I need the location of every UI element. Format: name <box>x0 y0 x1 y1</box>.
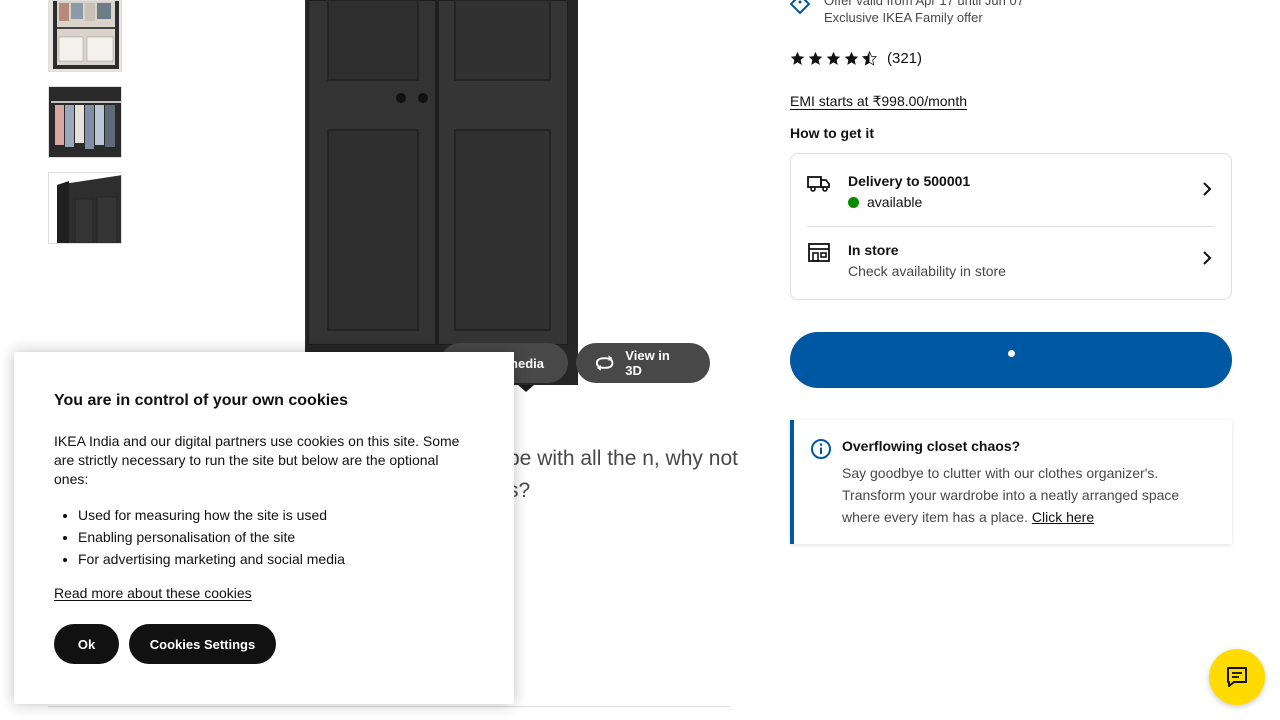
view-in-3d-button[interactable]: View in 3D <box>576 343 710 383</box>
promo-link[interactable]: Click here <box>1032 509 1094 525</box>
store-subtitle: Check availability in store <box>848 263 1006 279</box>
wardrobe-detail-thumbnail <box>49 173 121 243</box>
chat-icon <box>1227 667 1247 687</box>
hanging-clothes-thumbnail <box>49 87 121 157</box>
star-full-icon <box>790 51 805 65</box>
cookie-purpose-item: Used for measuring how the site is used <box>78 504 478 526</box>
family-offer: Offer valid from Apr 17 until Jun 07 Exc… <box>790 0 1024 26</box>
chevron-right-icon <box>1203 251 1212 265</box>
cookie-ok-button[interactable]: Ok <box>54 624 119 664</box>
how-to-get-card: Delivery to 500001 available In store Ch… <box>790 153 1232 300</box>
delivery-status: available <box>867 194 923 210</box>
loading-indicator <box>1007 349 1015 357</box>
availability-dot <box>848 196 859 208</box>
star-full-icon <box>826 51 841 65</box>
offer-validity: Offer valid from Apr 17 until Jun 07 <box>824 0 1024 8</box>
rotate-3d-icon <box>595 355 614 371</box>
promo-title: Overflowing closet chaos? <box>842 438 1021 454</box>
delivery-title: Delivery to 500001 <box>848 173 971 189</box>
rating-stars <box>790 51 877 66</box>
promo-info-box: Overflowing closet chaos? Say goodbye to… <box>790 420 1232 544</box>
cookie-purpose-item: Enabling personalisation of the site <box>78 526 478 548</box>
star-full-icon <box>844 51 859 65</box>
cookie-consent-dialog: You are in control of your own cookies I… <box>14 352 514 704</box>
thumbnail-hanging-clothes[interactable] <box>48 86 122 158</box>
delivery-option[interactable]: Delivery to 500001 available <box>807 171 1215 227</box>
product-rating[interactable]: (321) <box>790 50 922 67</box>
info-icon <box>811 439 831 459</box>
store-title: In store <box>848 242 899 258</box>
emi-link[interactable]: EMI starts at ₹998.00/month <box>790 93 967 110</box>
read-more-cookies-link[interactable]: Read more about these cookies <box>54 585 252 601</box>
wardrobe-image <box>305 0 578 392</box>
wardrobe-interior-thumbnail <box>49 1 121 71</box>
how-to-get-heading: How to get it <box>790 125 874 141</box>
cookie-settings-button[interactable]: Cookies Settings <box>129 624 276 664</box>
star-full-icon <box>808 51 823 65</box>
cookie-title: You are in control of your own cookies <box>54 392 348 409</box>
thumbnail-wardrobe-interior[interactable] <box>48 0 122 72</box>
star-half-icon <box>862 51 877 66</box>
view-in-3d-label: View in 3D <box>625 348 670 378</box>
cookie-purpose-item: For advertising marketing and social med… <box>78 548 478 570</box>
truck-icon <box>807 176 830 192</box>
chevron-right-icon <box>1203 182 1212 196</box>
cookie-purpose-list: Used for measuring how the site is used … <box>78 504 478 570</box>
offer-type: Exclusive IKEA Family offer <box>824 10 983 25</box>
product-image[interactable] <box>300 0 590 395</box>
chat-button[interactable] <box>1209 649 1265 705</box>
store-option[interactable]: In store Check availability in store <box>807 240 1215 290</box>
section-divider <box>48 706 730 707</box>
store-icon <box>808 243 830 262</box>
description-text: be with all the n, why not s? <box>508 447 738 502</box>
add-to-bag-button[interactable] <box>790 332 1232 388</box>
cookie-intro: IKEA India and our digital partners use … <box>54 433 460 487</box>
thumbnail-wardrobe-detail[interactable] <box>48 172 122 244</box>
tag-icon <box>790 0 810 14</box>
product-description: be with all the n, why not s? <box>500 443 740 507</box>
promo-text: Say goodbye to clutter with our clothes … <box>842 465 1180 525</box>
review-count: (321) <box>887 50 923 67</box>
